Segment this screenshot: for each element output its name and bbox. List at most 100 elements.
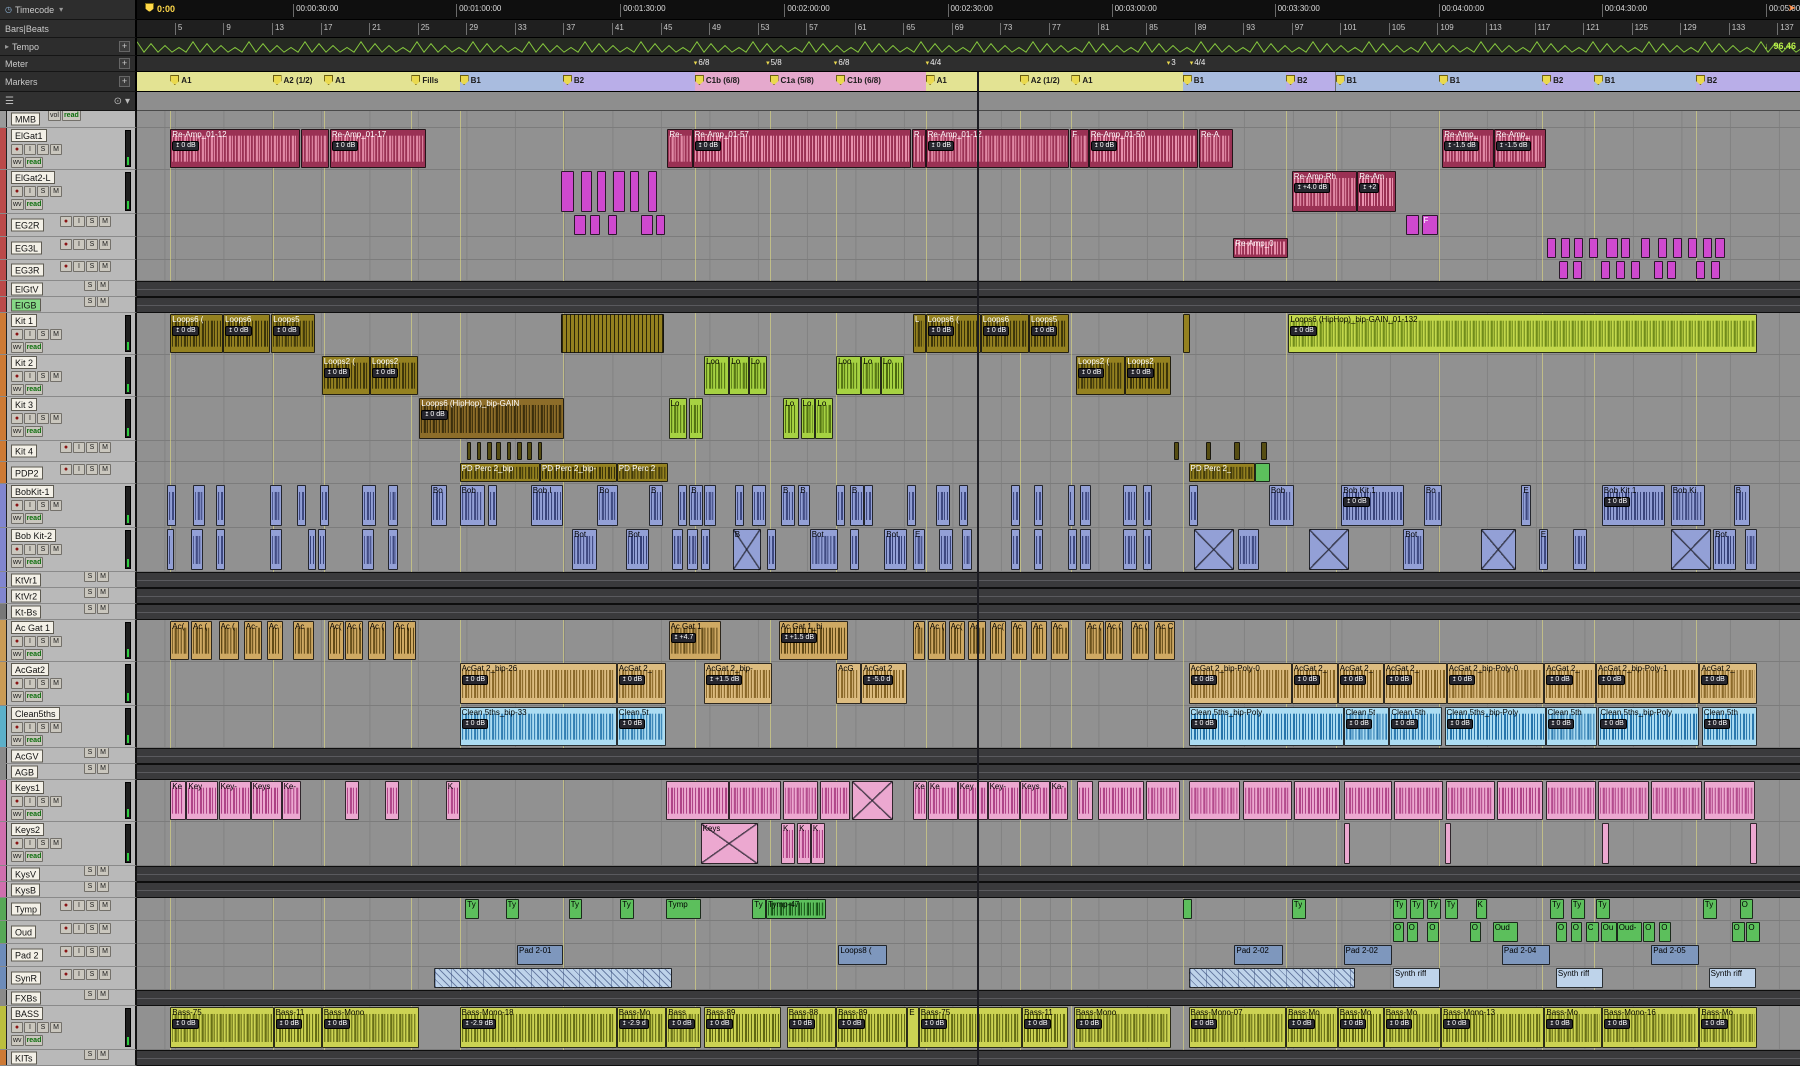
solo-button[interactable]: S — [37, 1022, 49, 1033]
record-enable-button[interactable]: ● — [11, 678, 23, 689]
record-enable-button[interactable]: ● — [11, 636, 23, 647]
solo-button[interactable]: S — [37, 371, 49, 382]
mute-button[interactable]: M — [50, 678, 62, 689]
clip[interactable]: Re-Amp-Rh+4.0 dB — [1292, 171, 1357, 212]
track-header-pdp2[interactable]: PDP2●ISM — [0, 462, 137, 484]
clip[interactable]: Bass-Mo0 dB — [1384, 1007, 1441, 1048]
clip[interactable] — [527, 442, 532, 460]
track-name-eg3l[interactable]: EG3L — [11, 242, 42, 255]
track-name-mmb[interactable]: MMB — [11, 113, 40, 126]
clip[interactable]: Loops6 (0 dB — [926, 314, 981, 353]
meter-event[interactable]: ▾4/4 — [926, 58, 942, 67]
track-header-elgat1[interactable]: ElGat1●ISMwvread — [0, 128, 137, 170]
clip[interactable] — [1745, 529, 1757, 570]
markers-ruler-label[interactable]: Markers + — [0, 72, 137, 92]
clip[interactable]: F — [1422, 215, 1438, 235]
clip[interactable] — [597, 171, 606, 212]
clip[interactable] — [939, 529, 953, 570]
clip[interactable] — [216, 529, 225, 570]
clip[interactable]: Key — [186, 781, 218, 820]
track-header-keys1[interactable]: Keys1●ISMwvread — [0, 780, 137, 822]
clip[interactable]: K — [1476, 899, 1488, 919]
track-lane-tymp[interactable]: TyTyTyTyTympTyTymp-47TyTyTyTyTyKTyTyTyTy… — [137, 898, 1800, 921]
clip[interactable]: Ke — [928, 781, 958, 820]
clip[interactable]: O — [1732, 922, 1746, 942]
clip[interactable] — [641, 215, 653, 235]
tempo-ruler-label[interactable]: ▸ Tempo + — [0, 38, 137, 56]
clip[interactable]: B — [798, 485, 810, 526]
input-monitor-button[interactable]: I — [73, 923, 85, 934]
record-enable-button[interactable]: ● — [11, 544, 23, 555]
track-name-ktvr1[interactable]: KtVr1 — [11, 573, 41, 586]
clip[interactable]: B — [1734, 485, 1750, 526]
clip[interactable]: Bass-Mono-18-2.9 dB — [460, 1007, 617, 1048]
automation-mode-button[interactable]: read — [25, 851, 44, 862]
track-header-kit-3[interactable]: Kit 3●ISMwvread — [0, 397, 137, 441]
track-name-eg3r[interactable]: EG3R — [11, 264, 44, 277]
input-monitor-button[interactable]: I — [73, 900, 85, 911]
clip[interactable] — [1183, 899, 1192, 919]
clip[interactable]: Lo — [749, 356, 767, 395]
clip[interactable]: Lo — [669, 398, 687, 439]
clip[interactable] — [656, 215, 665, 235]
track-header-tymp[interactable]: Tymp●ISM — [0, 898, 137, 921]
clip[interactable]: Clean 5ths_bip-Poly0 dB — [1445, 707, 1546, 746]
waveform-view-button[interactable]: wv — [11, 199, 24, 210]
clip[interactable]: Ac ( — [1031, 621, 1047, 660]
mute-button[interactable]: M — [50, 186, 62, 197]
input-monitor-button[interactable]: I — [24, 144, 36, 155]
clip[interactable]: Ac — [293, 621, 314, 660]
automation-mode-button[interactable]: read — [25, 199, 44, 210]
track-header-bobkit-1[interactable]: BobKit-1●ISMwvread — [0, 484, 137, 528]
clip[interactable]: E — [1539, 529, 1548, 570]
clip[interactable]: Bob Ki — [1671, 485, 1705, 526]
clip[interactable]: Clean 5th0 dB — [1546, 707, 1598, 746]
clip[interactable]: Bot — [626, 529, 649, 570]
clip[interactable] — [308, 529, 316, 570]
clip[interactable] — [1189, 968, 1356, 988]
clip[interactable]: Loops50 dB — [1029, 314, 1069, 353]
clip[interactable] — [1658, 238, 1667, 258]
solo-button[interactable]: S — [37, 186, 49, 197]
meter-event[interactable]: ▾6/8 — [834, 58, 850, 67]
clip[interactable] — [270, 529, 282, 570]
clip[interactable]: AcGat 2_bip-Poly-00 dB — [1189, 663, 1292, 704]
clip[interactable] — [1344, 823, 1351, 864]
clip[interactable]: Bo — [597, 485, 618, 526]
marker-label[interactable]: B2 — [1553, 76, 1563, 85]
clip[interactable] — [561, 171, 575, 212]
clip[interactable]: Re-Amp_01-120 dB — [170, 129, 300, 168]
clip[interactable]: Key- — [988, 781, 1020, 820]
mute-button[interactable]: M — [99, 969, 111, 980]
clip[interactable]: PD Perc 2 — [617, 463, 669, 482]
clip[interactable] — [1446, 781, 1495, 820]
solo-button[interactable]: S — [37, 838, 49, 849]
meter-event[interactable]: ▾3 — [1167, 58, 1176, 67]
clip[interactable]: Clean 5ths_bip-Poly0 dB — [1189, 707, 1344, 746]
track-header-eg3l[interactable]: EG3L●ISM — [0, 237, 137, 260]
clip[interactable]: O — [1571, 922, 1583, 942]
clip[interactable]: Re-Amp_01-500 dB — [1089, 129, 1198, 168]
clip[interactable]: B — [649, 485, 663, 526]
clip[interactable]: Ty — [1393, 899, 1407, 919]
clip[interactable]: R — [912, 129, 926, 168]
clip[interactable] — [538, 442, 543, 460]
clip[interactable] — [1631, 261, 1640, 279]
clip[interactable] — [1194, 529, 1234, 570]
clip[interactable]: Re-Am+2 — [1357, 171, 1396, 212]
clip[interactable]: Key — [958, 781, 988, 820]
clip[interactable] — [574, 215, 586, 235]
input-monitor-button[interactable]: I — [24, 186, 36, 197]
clip[interactable]: Ac ( — [219, 621, 240, 660]
track-name-fxbs[interactable]: FXBs — [11, 991, 41, 1004]
clip[interactable] — [1602, 823, 1609, 864]
clip[interactable]: AcG — [836, 663, 861, 704]
clip[interactable] — [1573, 261, 1582, 279]
clip[interactable] — [388, 529, 397, 570]
input-monitor-button[interactable]: I — [24, 329, 36, 340]
marker-label[interactable]: B2 — [574, 76, 584, 85]
solo-button[interactable]: S — [84, 882, 96, 892]
track-lane-elgtv[interactable] — [137, 281, 1800, 297]
input-monitor-button[interactable]: I — [24, 413, 36, 424]
track-header-kysb[interactable]: KysBSM — [0, 882, 137, 898]
